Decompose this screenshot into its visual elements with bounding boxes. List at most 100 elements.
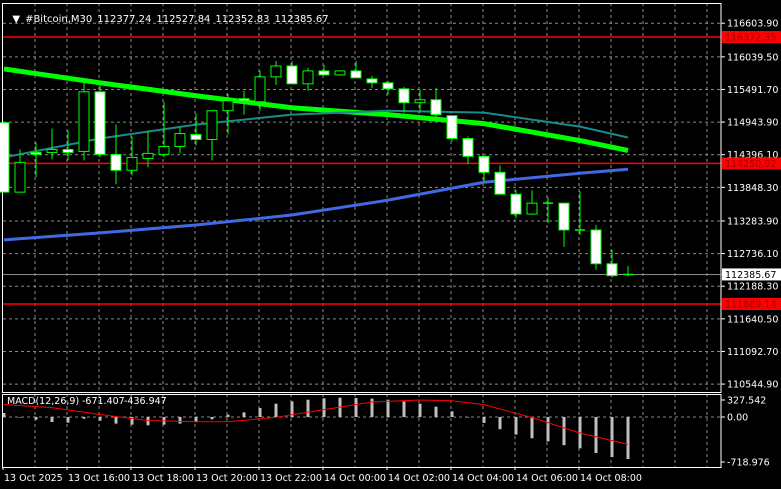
candle-body	[590, 229, 602, 265]
candle-body	[334, 70, 346, 76]
macd-tick-label: 327.542	[727, 396, 766, 407]
candle-body	[62, 148, 74, 153]
candle	[462, 136, 474, 165]
candle-body	[174, 133, 186, 147]
candle-body	[126, 156, 138, 171]
time-label: 14 Oct 02:00	[388, 473, 450, 484]
price-tick-label: 112188.30	[727, 282, 778, 293]
macd-histogram-bar	[306, 399, 310, 417]
macd-histogram-bar	[434, 406, 438, 417]
macd-histogram-bar	[610, 417, 614, 458]
candle-body	[94, 91, 106, 155]
candle	[510, 190, 522, 219]
candles	[0, 60, 633, 278]
candle	[0, 122, 10, 193]
macd-histogram-bar	[210, 417, 214, 420]
price-chart[interactable]: MACD(12,26,9) -671.407 -436.947 116603.90 1…	[0, 0, 781, 489]
macd-histogram-bar	[242, 412, 246, 417]
price-tick-label: 115491.70	[727, 85, 778, 96]
candle	[78, 80, 90, 161]
candle-body	[398, 88, 410, 104]
candle	[94, 80, 106, 158]
price-tick-label: 116603.90	[727, 19, 778, 30]
price-tick-label: 111640.50	[727, 314, 778, 325]
time-label: 14 Oct 08:00	[580, 473, 642, 484]
candle-body	[158, 145, 170, 155]
macd-histogram-bar	[18, 417, 22, 418]
axes: 116603.90116039.50115491.70114943.901143…	[2, 3, 781, 484]
macd-histogram-bar	[370, 398, 374, 417]
macd-histogram-bar	[178, 417, 182, 424]
macd-histogram-bar	[114, 417, 118, 424]
candle-body	[190, 134, 202, 141]
candle	[414, 89, 426, 113]
high-value: 112527.84	[156, 14, 211, 25]
candle-body	[478, 155, 490, 173]
macd-main-value: -671.407	[82, 396, 125, 407]
current-price-label: 112385.67	[725, 270, 776, 281]
level-price-label: 111889.14	[725, 300, 776, 311]
candle-body	[78, 91, 90, 152]
triangle-down-icon[interactable]: ▼	[12, 14, 20, 25]
candle	[350, 60, 362, 79]
candle-body	[366, 78, 378, 84]
candle	[46, 128, 58, 160]
macd-histogram-bar	[498, 417, 502, 430]
candle	[366, 75, 378, 88]
candle-body	[526, 202, 538, 215]
candle-body	[30, 151, 42, 155]
candle	[382, 80, 394, 95]
price-tick-label: 113848.30	[727, 183, 778, 194]
candle-body	[286, 65, 298, 85]
candle-body	[254, 76, 266, 103]
candle-body	[110, 153, 122, 171]
candle-body	[494, 171, 506, 195]
candle	[30, 142, 42, 178]
candle	[494, 165, 506, 195]
candle-body	[382, 82, 394, 90]
macd-histogram-bar	[418, 403, 422, 417]
macd-histogram-bar	[562, 417, 566, 446]
time-label: 13 Oct 16:00	[68, 473, 130, 484]
time-label: 14 Oct 04:00	[452, 473, 514, 484]
time-label: 13 Oct 2025	[4, 473, 63, 484]
macd-histogram-bar	[322, 398, 326, 417]
close-value: 112385.67	[274, 14, 329, 25]
candle	[430, 87, 442, 120]
macd-histogram-bar	[466, 417, 470, 418]
macd-tick-label: 0.00	[727, 413, 748, 424]
time-label: 13 Oct 20:00	[196, 473, 258, 484]
macd-histogram-bar	[66, 417, 70, 423]
time-label: 14 Oct 06:00	[516, 473, 578, 484]
price-tick-label: 112736.10	[727, 249, 778, 260]
time-label: 13 Oct 18:00	[132, 473, 194, 484]
candle	[543, 197, 553, 224]
candle	[575, 191, 585, 235]
macd-histogram-bar	[258, 407, 262, 417]
candle-body	[206, 110, 218, 141]
macd-histogram-bar	[482, 417, 486, 423]
macd-histogram-bar	[34, 417, 38, 420]
candle-body	[414, 99, 426, 104]
macd-histogram-bar	[354, 398, 358, 417]
candle-body	[0, 122, 10, 193]
candle	[206, 110, 218, 161]
level-price-label: 116372.35	[725, 33, 776, 44]
candle-body	[430, 99, 442, 116]
candle-body	[446, 115, 458, 140]
price-tick-label: 114943.90	[727, 118, 778, 129]
chart-header: ▼ #Bitcoin,M30 112377.24 112527.84 112352.83…	[6, 3, 334, 25]
candle-body	[302, 70, 314, 85]
macd-histogram-bar	[626, 417, 630, 460]
macd-histogram-bar	[98, 417, 102, 421]
macd-histogram-bar	[146, 417, 150, 426]
candle	[478, 155, 490, 183]
candle	[302, 67, 314, 91]
price-tick-label: 113283.90	[727, 216, 778, 227]
macd-histogram-bar	[82, 417, 86, 419]
candle-body	[558, 202, 570, 231]
candle-body	[350, 70, 362, 79]
candle	[398, 86, 410, 113]
macd-histogram-bar	[594, 417, 598, 453]
open-value: 112377.24	[97, 14, 152, 25]
